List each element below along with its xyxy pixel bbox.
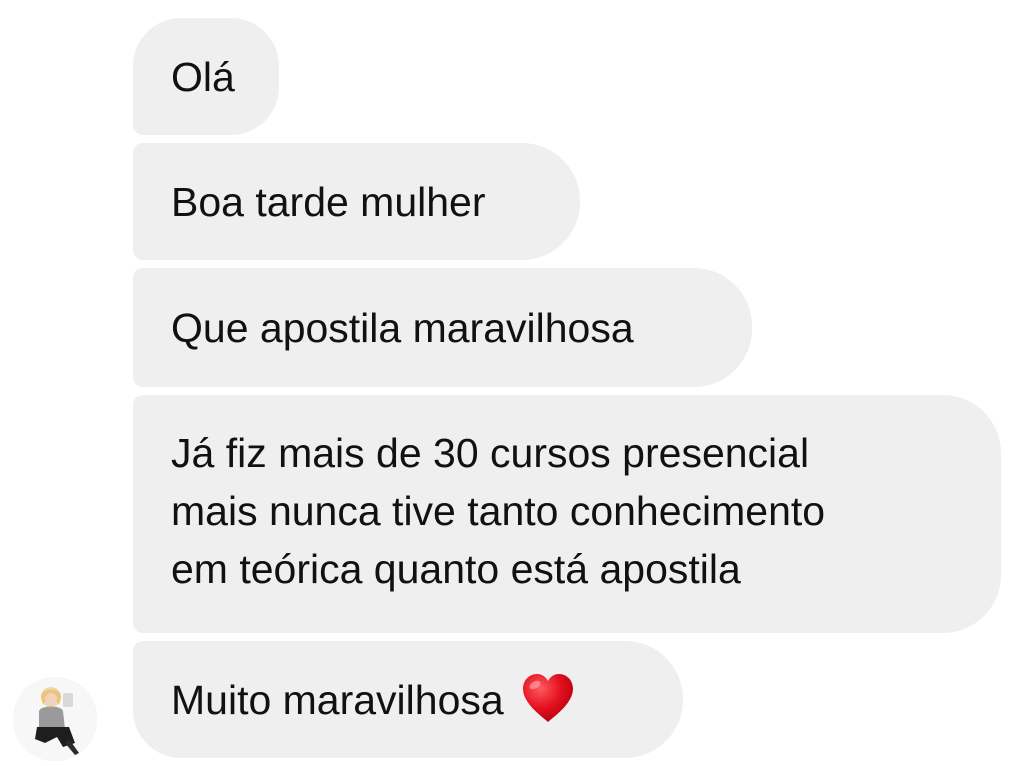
message-text: Boa tarde mulher bbox=[171, 179, 486, 225]
message-text: Muito maravilhosa bbox=[171, 677, 504, 723]
message-bubble[interactable]: Que apostila maravilhosa bbox=[133, 268, 752, 387]
message-bubble[interactable]: Muito maravilhosa bbox=[133, 641, 683, 758]
avatar[interactable] bbox=[13, 677, 97, 761]
message-text-line: Já fiz mais de 30 cursos presencial bbox=[171, 430, 810, 476]
message-bubble[interactable]: Boa tarde mulher bbox=[133, 143, 580, 260]
message-text-line: em teórica quanto está apostila bbox=[171, 546, 741, 592]
message-text: Que apostila maravilhosa bbox=[171, 305, 634, 351]
profile-photo bbox=[13, 677, 97, 761]
message-bubble[interactable]: Olá bbox=[133, 18, 279, 135]
message-bubble[interactable]: Já fiz mais de 30 cursos presencial mais… bbox=[133, 395, 1001, 633]
message-text-line: mais nunca tive tanto conhecimento bbox=[171, 488, 826, 534]
message-text: Olá bbox=[171, 54, 235, 100]
heart-icon bbox=[520, 672, 576, 724]
